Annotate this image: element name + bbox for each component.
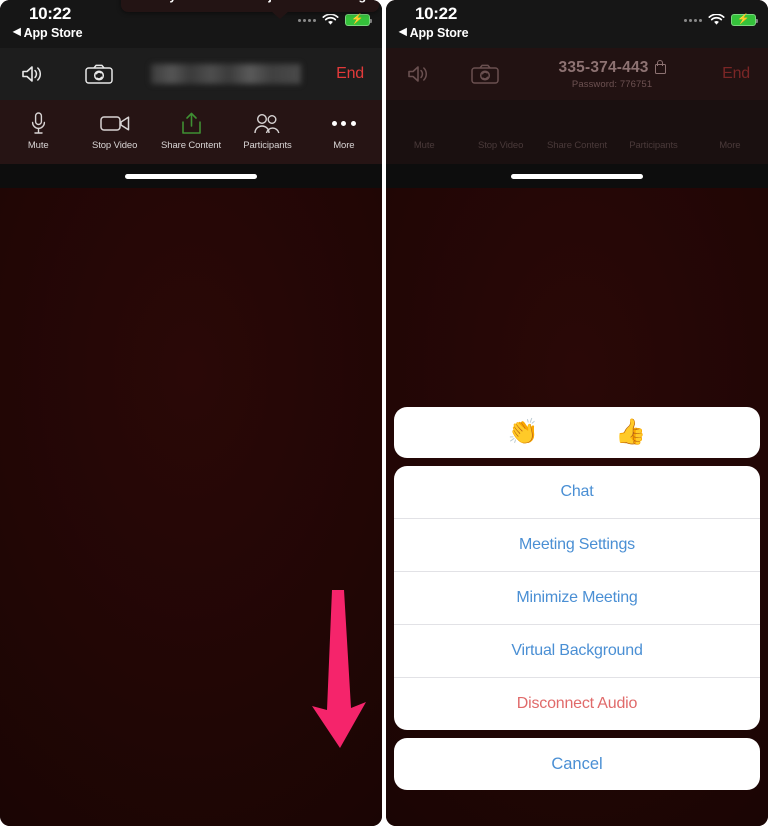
home-indicator-area bbox=[386, 164, 768, 188]
back-triangle-icon: ◀ bbox=[399, 26, 407, 38]
end-meeting-button[interactable]: End bbox=[336, 65, 364, 83]
status-bar-indicators: ⚡ bbox=[298, 14, 372, 26]
left-meeting-title bbox=[116, 64, 336, 84]
back-to-app-store[interactable]: ◀ App Store bbox=[399, 26, 469, 40]
status-bar-time: 10:22 bbox=[415, 4, 457, 23]
toolbar-item-more[interactable]: More bbox=[692, 112, 768, 151]
left-bottom-toolbar: Mute Stop Video Share Content Participan… bbox=[0, 100, 382, 164]
right-meeting-info: 335-374-443 Password: 776751 bbox=[502, 59, 722, 90]
back-label: App Store bbox=[409, 26, 469, 40]
flip-camera-icon[interactable] bbox=[468, 59, 502, 89]
toolbar-item-participants[interactable]: Participants bbox=[229, 112, 305, 151]
sheet-item-virtual-background[interactable]: Virtual Background bbox=[394, 624, 760, 677]
left-meeting-header: End bbox=[0, 48, 382, 100]
back-label: App Store bbox=[23, 26, 83, 40]
reactions-group: 👏 👍 bbox=[394, 407, 760, 458]
toolbar-label: Participants bbox=[243, 139, 292, 151]
signal-dots-icon bbox=[684, 18, 702, 22]
microphone-icon bbox=[31, 112, 46, 136]
video-camera-icon bbox=[99, 112, 130, 136]
home-indicator[interactable] bbox=[125, 173, 257, 179]
flip-camera-icon[interactable] bbox=[82, 59, 116, 89]
toolbar-item-stop-video[interactable]: Stop Video bbox=[76, 112, 152, 151]
status-bar-indicators: ⚡ bbox=[684, 14, 758, 26]
toolbar-label: Participants bbox=[629, 139, 678, 151]
invite-tooltip: Invite your contacts to join this meetin… bbox=[121, 0, 380, 19]
toolbar-label: Mute bbox=[27, 139, 49, 151]
speaker-icon[interactable] bbox=[16, 59, 50, 89]
toolbar-label: Mute bbox=[413, 139, 435, 151]
toolbar-item-mute[interactable]: Mute bbox=[0, 112, 76, 151]
charging-bolt-icon: ⚡ bbox=[351, 14, 364, 25]
sheet-item-disconnect-audio[interactable]: Disconnect Audio bbox=[394, 677, 760, 730]
left-video-background: 10:22 ◀ App Store ⚡ End Mute Stop Video … bbox=[0, 0, 382, 826]
toolbar-label: More bbox=[333, 139, 355, 151]
lock-icon bbox=[654, 60, 666, 74]
end-meeting-button[interactable]: End bbox=[722, 65, 750, 83]
more-dots-icon bbox=[331, 112, 356, 136]
meeting-password: Password: 776751 bbox=[571, 78, 653, 90]
home-indicator[interactable] bbox=[511, 173, 643, 179]
right-meeting-header: 335-374-443 Password: 776751 End bbox=[386, 48, 768, 100]
toolbar-item-mute[interactable]: Mute bbox=[386, 112, 462, 151]
reaction-row: 👏 👍 bbox=[394, 407, 760, 458]
meeting-id-row: 335-374-443 bbox=[502, 59, 722, 77]
signal-dots-icon bbox=[298, 18, 316, 22]
back-to-app-store[interactable]: ◀ App Store bbox=[13, 26, 83, 40]
share-upload-icon bbox=[180, 112, 203, 136]
charging-bolt-icon: ⚡ bbox=[737, 14, 750, 25]
toolbar-item-more[interactable]: More bbox=[306, 112, 382, 151]
meeting-id: 335-374-443 bbox=[558, 58, 649, 76]
sheet-item-chat[interactable]: Chat bbox=[394, 466, 760, 518]
toolbar-item-stop-video[interactable]: Stop Video bbox=[462, 112, 538, 151]
battery-charging-icon: ⚡ bbox=[731, 14, 758, 26]
toolbar-label: More bbox=[719, 139, 741, 151]
toolbar-label: Stop Video bbox=[477, 139, 524, 151]
blurred-meeting-name bbox=[151, 64, 302, 84]
right-video-background: 10:22 ◀ App Store ⚡ 335-374-443 Password… bbox=[386, 0, 768, 826]
right-bottom-toolbar: Mute Stop Video Share Content Participan… bbox=[386, 100, 768, 164]
right-phone-screen: 10:22 ◀ App Store ⚡ 335-374-443 Password… bbox=[386, 0, 768, 826]
action-sheet-items: Chat Meeting Settings Minimize Meeting V… bbox=[394, 466, 760, 730]
invite-tooltip-text: Invite your contacts to join this meetin… bbox=[134, 0, 366, 3]
home-indicator-area bbox=[0, 164, 382, 188]
status-bar: 10:22 ◀ App Store ⚡ bbox=[386, 0, 768, 48]
status-bar-time: 10:22 bbox=[29, 4, 71, 23]
participants-icon bbox=[253, 112, 281, 136]
toolbar-label: Share Content bbox=[161, 139, 221, 151]
wifi-icon bbox=[708, 14, 725, 25]
thumbs-up-emoji[interactable]: 👍 bbox=[615, 418, 646, 447]
screenshot-stage: 10:22 ◀ App Store ⚡ End Mute Stop Video … bbox=[0, 0, 768, 826]
sheet-item-minimize-meeting[interactable]: Minimize Meeting bbox=[394, 571, 760, 624]
sheet-item-meeting-settings[interactable]: Meeting Settings bbox=[394, 518, 760, 571]
battery-charging-icon: ⚡ bbox=[345, 14, 372, 26]
toolbar-item-share-content[interactable]: Share Content bbox=[539, 112, 615, 151]
left-phone-screen: 10:22 ◀ App Store ⚡ End Mute Stop Video … bbox=[0, 0, 382, 826]
toolbar-label: Share Content bbox=[547, 139, 607, 151]
wifi-icon bbox=[322, 14, 339, 25]
toolbar-label: Stop Video bbox=[91, 139, 138, 151]
sheet-cancel-button[interactable]: Cancel bbox=[394, 738, 760, 790]
clapping-hands-emoji[interactable]: 👏 bbox=[508, 418, 539, 447]
speaker-icon[interactable] bbox=[402, 59, 436, 89]
toolbar-item-share-content[interactable]: Share Content bbox=[153, 112, 229, 151]
back-triangle-icon: ◀ bbox=[13, 26, 21, 38]
toolbar-item-participants[interactable]: Participants bbox=[615, 112, 691, 151]
